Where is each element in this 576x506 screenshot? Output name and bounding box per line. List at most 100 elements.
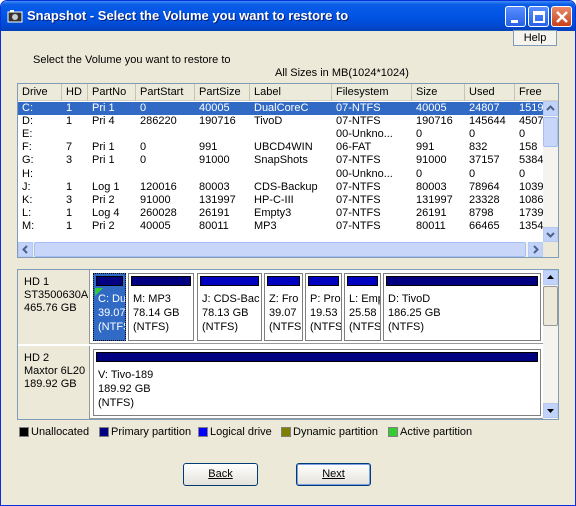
table-row[interactable]: H: 00-Unkno... 0 0 0 bbox=[18, 168, 544, 181]
volume-list-hscrollbar[interactable] bbox=[18, 242, 543, 257]
legend-label: Dynamic partition bbox=[293, 426, 378, 438]
partition-block[interactable]: Z: Fro 39.07 (NTFS bbox=[264, 273, 303, 341]
cell-size: 40005 bbox=[416, 102, 447, 114]
scroll-left-button[interactable] bbox=[18, 242, 33, 257]
back-button-label: Back bbox=[208, 468, 233, 480]
partition-block[interactable]: M: MP3 78.14 GB (NTFS) bbox=[128, 273, 194, 341]
legend-swatch bbox=[281, 427, 291, 437]
scroll-up-button[interactable] bbox=[543, 101, 558, 116]
partition-line: (NTFS) bbox=[98, 397, 135, 409]
column-header-partno[interactable]: PartNo bbox=[88, 84, 136, 101]
partition-text: P: Pro 19.53 (NTFS bbox=[310, 292, 341, 334]
disk-scroll-up-button[interactable] bbox=[543, 270, 558, 285]
column-header-used[interactable]: Used bbox=[465, 84, 515, 101]
partition-line: P: Pro bbox=[310, 293, 341, 305]
help-button[interactable]: Help bbox=[513, 30, 557, 46]
partition-block[interactable]: P: Pro 19.53 (NTFS bbox=[305, 273, 342, 341]
cell-partsize: 91000 bbox=[199, 154, 230, 167]
cell-hd: 7 bbox=[66, 141, 73, 154]
down-arrow-icon bbox=[547, 409, 554, 413]
cell-size: 0 bbox=[416, 167, 423, 180]
table-row[interactable]: M: 1 Pri 2 40005 80011 MP3 07-NTFS 80011 66465 13… bbox=[18, 219, 550, 233]
cell-size: 131997 bbox=[416, 193, 453, 206]
disk-map-vscrollbar[interactable] bbox=[543, 270, 558, 419]
legend-swatch bbox=[99, 427, 109, 437]
scroll-thumb[interactable] bbox=[543, 117, 558, 147]
close-button[interactable] bbox=[551, 6, 572, 27]
column-header-partstart[interactable]: PartStart bbox=[136, 84, 195, 101]
primary-partition-bar bbox=[96, 276, 123, 286]
table-row[interactable]: C: 1 Pri 1 0 40005 DualCoreC 07-NTFS 40005 24807… bbox=[18, 102, 550, 115]
partition-block[interactable]: L: Emp 25.58 (NTFS bbox=[344, 273, 381, 341]
cell-partno: Pri 4 bbox=[92, 115, 115, 128]
chevron-down-icon bbox=[546, 232, 555, 238]
partition-line: L: Emp bbox=[349, 293, 381, 305]
title-bar[interactable]: Snapshot - Select the Volume you want to… bbox=[1, 1, 575, 31]
disk-size: 189.92 GB bbox=[24, 378, 77, 390]
column-header-free[interactable]: Free bbox=[515, 84, 558, 101]
table-row[interactable]: J: 1 Log 1 120016 80003 CDS-Backup 07-NTFS 8000… bbox=[18, 181, 544, 194]
cell-size: 91000 bbox=[416, 154, 447, 167]
partition-block[interactable]: C: Du 39.07 (NTFS bbox=[93, 273, 126, 341]
cell-partno: Pri 1 bbox=[92, 141, 115, 154]
column-header-partsize[interactable]: PartSize bbox=[195, 84, 250, 101]
partition-block[interactable]: J: CDS-Bac 78.13 GB (NTFS) bbox=[197, 273, 262, 341]
partition-text: Z: Fro 39.07 (NTFS bbox=[269, 292, 301, 334]
cell-partsize: 131997 bbox=[199, 193, 236, 206]
hscroll-thumb[interactable] bbox=[34, 242, 526, 257]
disk-model: Maxtor 6L20 bbox=[24, 365, 86, 377]
partition-line: 78.13 GB bbox=[202, 307, 249, 319]
cell-filesystem: 06-FAT bbox=[336, 141, 372, 154]
disk-info: HD 1 ST3500630A 465.76 GB bbox=[18, 270, 90, 344]
primary-partition-bar bbox=[96, 352, 538, 362]
legend-swatch bbox=[388, 427, 398, 437]
partition-line: D: TivoD bbox=[388, 293, 431, 305]
scroll-down-button[interactable] bbox=[543, 227, 558, 242]
table-row[interactable]: E: 00-Unkno... 0 0 0 bbox=[18, 128, 544, 141]
disk-scroll-down-button[interactable] bbox=[543, 403, 558, 418]
column-header-hd[interactable]: HD bbox=[62, 84, 88, 101]
cell-partno: Pri 2 bbox=[92, 193, 115, 206]
window-title: Snapshot - Select the Volume you want to… bbox=[27, 8, 349, 23]
cell-used: 78964 bbox=[469, 180, 500, 193]
table-row[interactable]: F: 7 Pri 1 0 991 UBCD4WIN 06-FAT 991 832 158 bbox=[18, 141, 544, 154]
volume-list-vscrollbar[interactable] bbox=[543, 101, 558, 242]
table-row[interactable]: K: 3 Pri 2 91000 131997 HP-C-III 07-NTFS 131997… bbox=[18, 193, 556, 207]
maximize-button[interactable] bbox=[528, 6, 549, 27]
cell-label: TivoD bbox=[254, 115, 283, 128]
cell-filesystem: 07-NTFS bbox=[336, 219, 381, 232]
table-row[interactable]: L: 1 Log 4 260028 26191 Empty3 07-NTFS 26191 879… bbox=[18, 206, 550, 220]
table-row[interactable]: G: 3 Pri 1 0 91000 SnapShots 07-NTFS 91000 37157… bbox=[18, 154, 550, 167]
disk-scroll-thumb[interactable] bbox=[543, 286, 558, 326]
legend-label: Logical drive bbox=[210, 426, 272, 438]
volume-list[interactable]: Drive HD PartNo PartStart PartSize Label Files… bbox=[17, 83, 559, 258]
cell-size: 190716 bbox=[416, 115, 453, 128]
back-button[interactable]: Back bbox=[183, 463, 258, 486]
minimize-button[interactable] bbox=[505, 6, 526, 27]
cell-drive: D: bbox=[22, 115, 33, 128]
snapshot-app-icon bbox=[7, 10, 23, 23]
disk-row: HD 1ST3500630A465.76 GB C: Du 39.07 (NTFS M:… bbox=[18, 270, 543, 344]
column-header-filesystem[interactable]: Filesystem bbox=[332, 84, 412, 101]
column-header-size[interactable]: Size bbox=[412, 84, 465, 101]
disk-map[interactable]: HD 1ST3500630A465.76 GB C: Du 39.07 (NTFS M:… bbox=[17, 269, 559, 420]
table-row[interactable]: D: 1 Pri 4 286220 190716 TivoD 07-NTFS 190716 14… bbox=[18, 115, 550, 128]
cell-drive: K: bbox=[22, 193, 33, 206]
cell-used: 37157 bbox=[469, 154, 500, 167]
legend-swatch bbox=[19, 427, 29, 437]
partition-block[interactable]: D: TivoD 186.25 GB (NTFS) bbox=[383, 273, 541, 341]
chevron-left-icon bbox=[22, 245, 28, 254]
partition-line: 39.07 bbox=[98, 307, 126, 319]
partition-line: (NTFS bbox=[349, 321, 381, 333]
partition-block[interactable]: V: Tivo-189 189.92 GB (NTFS) bbox=[93, 349, 541, 416]
next-button[interactable]: Next bbox=[296, 463, 371, 486]
cell-filesystem: 07-NTFS bbox=[336, 154, 381, 167]
column-header-drive[interactable]: Drive bbox=[18, 84, 62, 101]
partition-text: C: Du 39.07 (NTFS bbox=[98, 292, 126, 334]
scroll-right-button[interactable] bbox=[528, 242, 543, 257]
cell-filesystem: 07-NTFS bbox=[336, 206, 381, 219]
volume-list-header: Drive HD PartNo PartStart PartSize Label Files… bbox=[18, 84, 558, 101]
partition-line: 25.58 bbox=[349, 307, 377, 319]
legend-swatch bbox=[198, 427, 208, 437]
column-header-label[interactable]: Label bbox=[250, 84, 332, 101]
